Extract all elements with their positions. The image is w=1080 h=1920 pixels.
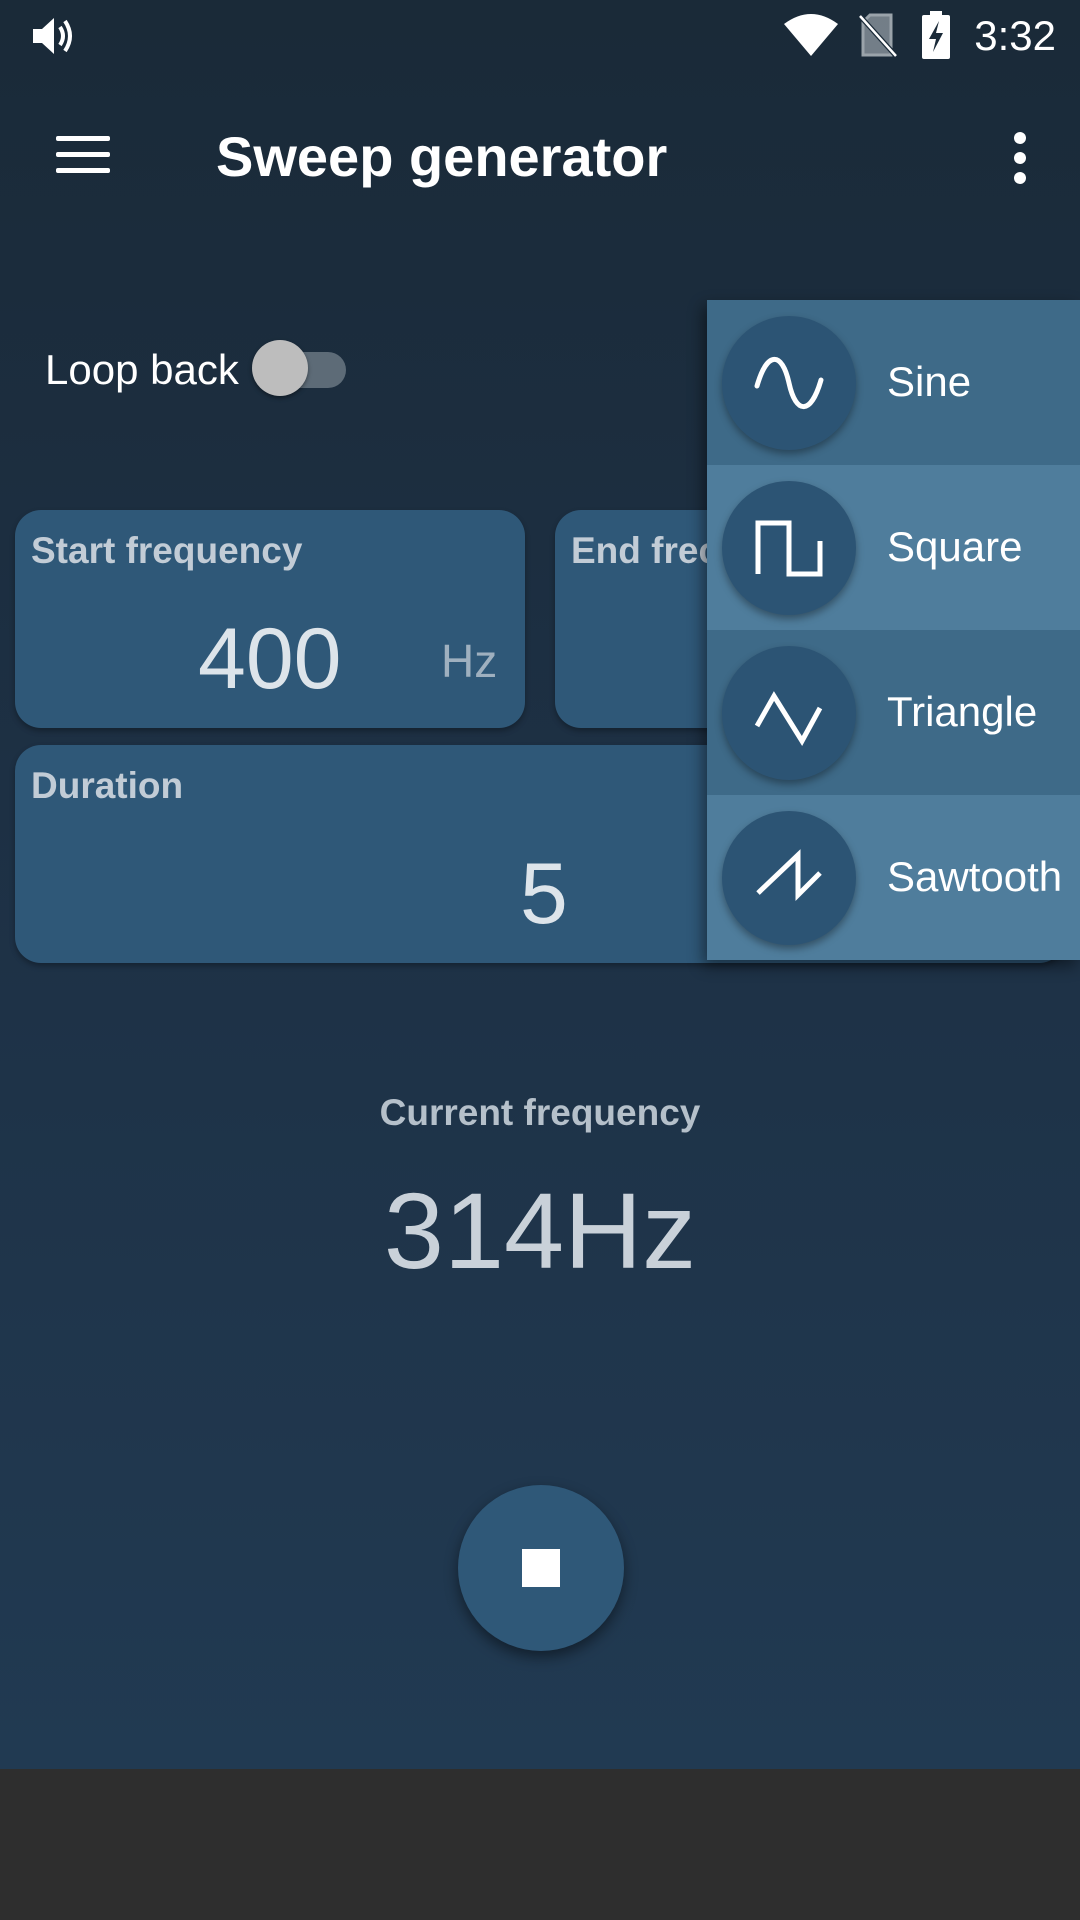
end-frequency-label: End frec [571,530,720,571]
start-frequency-value[interactable]: 400 [198,610,342,709]
square-wave-icon [722,481,856,615]
battery-charging-icon [920,10,952,65]
status-bar: 3:32 [0,0,1080,72]
volume-icon [30,14,76,63]
toolbar: Sweep generator [0,72,1080,242]
sawtooth-wave-icon [722,811,856,945]
loop-back-label: Loop back [45,346,239,393]
app-title: Sweep generator [216,125,668,188]
waveform-option-sawtooth[interactable]: Sawtooth [707,795,1080,960]
waveform-menu: Sine Square Triangle Sawtooth [707,300,1080,960]
start-frequency-card[interactable]: Start frequency 400 Hz [15,510,525,728]
switch-thumb [252,340,308,396]
duration-value[interactable]: 5 [520,845,568,944]
waveform-option-label: Sawtooth [887,853,1063,900]
loop-back-switch[interactable] [252,340,346,396]
waveform-option-label: Square [887,523,1023,570]
waveform-option-sine[interactable]: Sine [707,300,1080,465]
sine-wave-icon [722,316,856,450]
navigation-bar [0,1769,1080,1920]
wifi-icon [782,12,840,63]
stop-button[interactable] [458,1485,624,1651]
current-frequency-value: 314Hz [383,1170,697,1291]
duration-label: Duration [31,765,184,806]
status-time: 3:32 [974,12,1056,59]
waveform-option-triangle[interactable]: Triangle [707,630,1080,795]
start-frequency-unit: Hz [441,635,498,687]
waveform-option-label: Triangle [887,688,1038,735]
triangle-wave-icon [722,646,856,780]
waveform-option-label: Sine [887,358,972,405]
more-vert-icon[interactable] [1000,128,1040,188]
current-frequency-label: Current frequency [379,1092,701,1133]
no-sim-icon [858,12,898,63]
start-frequency-label: Start frequency [31,530,303,571]
app-content: 3:32 Sweep generator Loop back Start fre [0,0,1080,1769]
waveform-option-square[interactable]: Square [707,465,1080,630]
stop-icon [522,1549,560,1587]
hamburger-menu-icon[interactable] [44,124,124,188]
screen: 3:32 Sweep generator Loop back Start fre [0,0,1080,1920]
